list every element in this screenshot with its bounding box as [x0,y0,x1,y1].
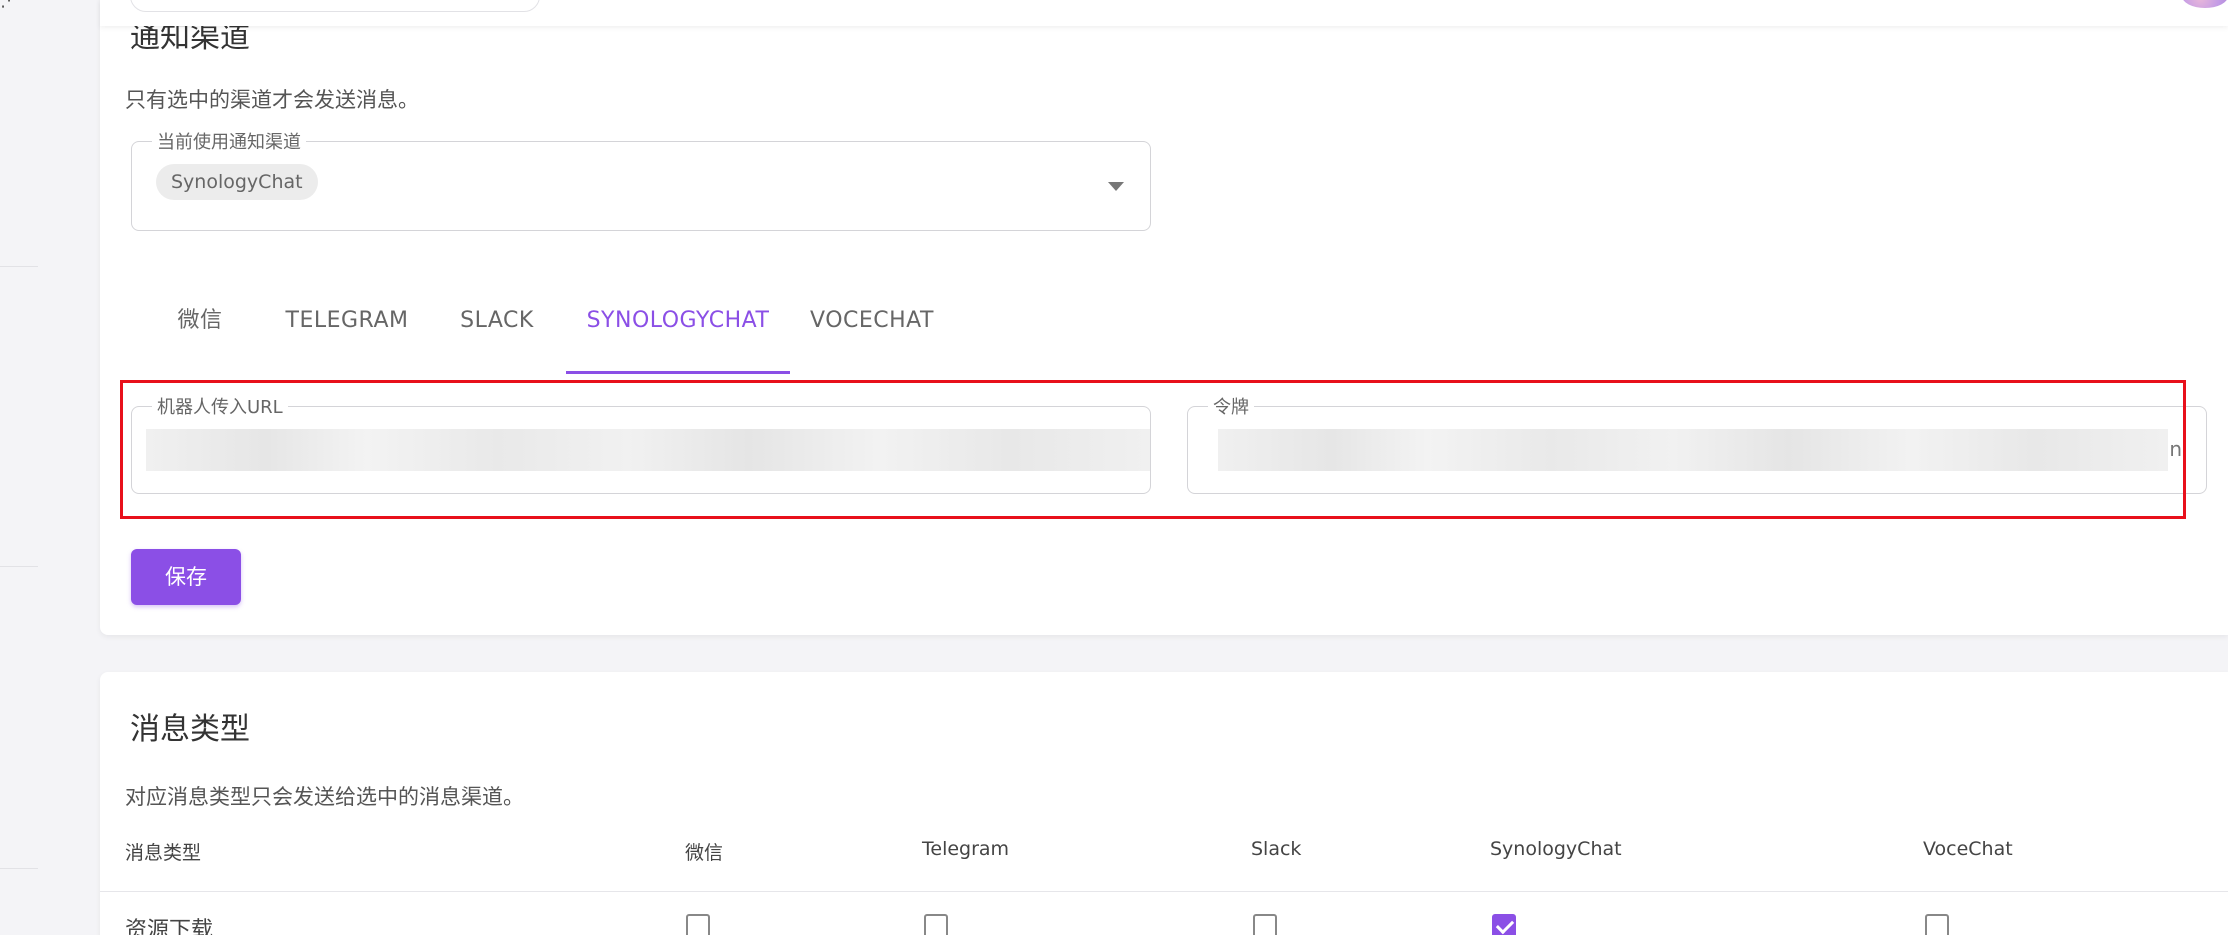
checkbox-vocechat[interactable] [1925,914,1949,935]
sidebar: ⋰ [0,0,100,935]
column-header-type: 消息类型 [125,842,202,864]
chevron-down-icon[interactable] [1108,182,1124,191]
checkbox-wechat[interactable] [686,914,710,935]
checkbox-synologychat[interactable] [1492,914,1516,935]
current-channel-select[interactable]: 当前使用通知渠道 SynologyChat [131,128,1151,231]
tab-slack[interactable]: SLACK [452,298,542,374]
sidebar-divider [0,868,38,869]
top-app-bar [100,0,2228,26]
sidebar-icon-fragment: ⋰ [0,0,18,11]
user-avatar[interactable] [2182,0,2228,8]
tab-telegram[interactable]: TELEGRAM [282,298,412,374]
current-channel-legend: 当前使用通知渠道 [152,128,306,154]
tab-wechat[interactable]: 微信 [160,298,240,374]
column-header-wechat: 微信 [685,842,724,864]
column-header-telegram: Telegram [922,838,1010,860]
tab-vocechat[interactable]: VOCECHAT [806,298,938,374]
message-types-subtitle: 对应消息类型只会发送给选中的消息渠道。 [125,785,524,809]
search-input[interactable] [130,0,540,12]
notify-channels-subtitle: 只有选中的渠道才会发送消息。 [125,88,419,112]
column-header-vocechat: VoceChat [1923,838,2013,860]
checkbox-telegram[interactable] [924,914,948,935]
sidebar-divider [0,566,38,567]
row-label-resource-download: 资源下载 [125,918,214,935]
save-button[interactable]: 保存 [131,549,241,605]
column-header-slack: Slack [1251,838,1302,860]
column-header-synologychat: SynologyChat [1490,838,1622,860]
message-types-title: 消息类型 [130,712,250,747]
highlight-box [120,380,2186,519]
checkbox-slack[interactable] [1253,914,1277,935]
tab-synologychat[interactable]: SYNOLOGYCHAT [566,298,790,374]
table-row-divider [100,891,2228,892]
sidebar-divider [0,266,38,267]
notify-channels-card [100,0,2228,635]
selected-channel-chip[interactable]: SynologyChat [156,164,318,200]
